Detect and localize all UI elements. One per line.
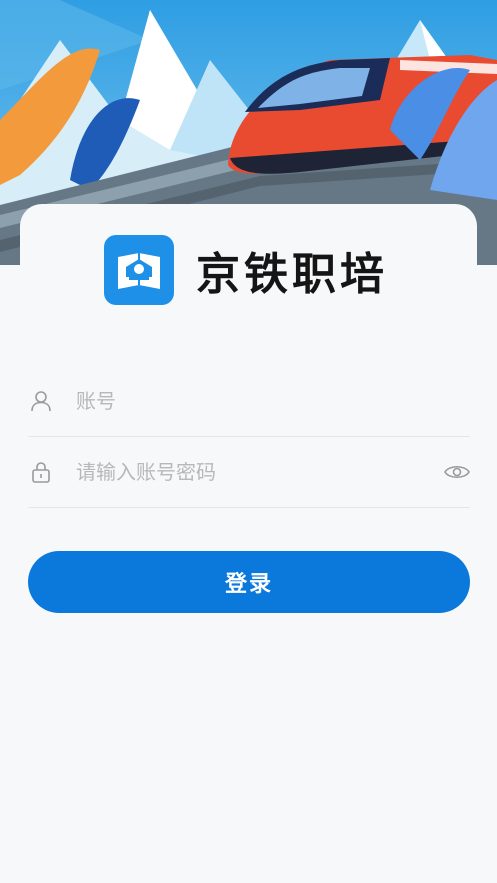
eye-icon[interactable] <box>444 459 470 485</box>
user-icon <box>28 388 54 414</box>
password-input[interactable] <box>74 459 418 485</box>
brand-header: 京铁职培 <box>104 235 388 305</box>
password-field[interactable] <box>28 437 470 508</box>
login-button[interactable]: 登录 <box>28 551 470 613</box>
brand-name: 京铁职培 <box>196 249 388 300</box>
account-field[interactable] <box>28 366 470 437</box>
book-temple-icon <box>104 235 174 305</box>
lock-icon <box>28 459 54 485</box>
account-input[interactable] <box>74 388 418 414</box>
